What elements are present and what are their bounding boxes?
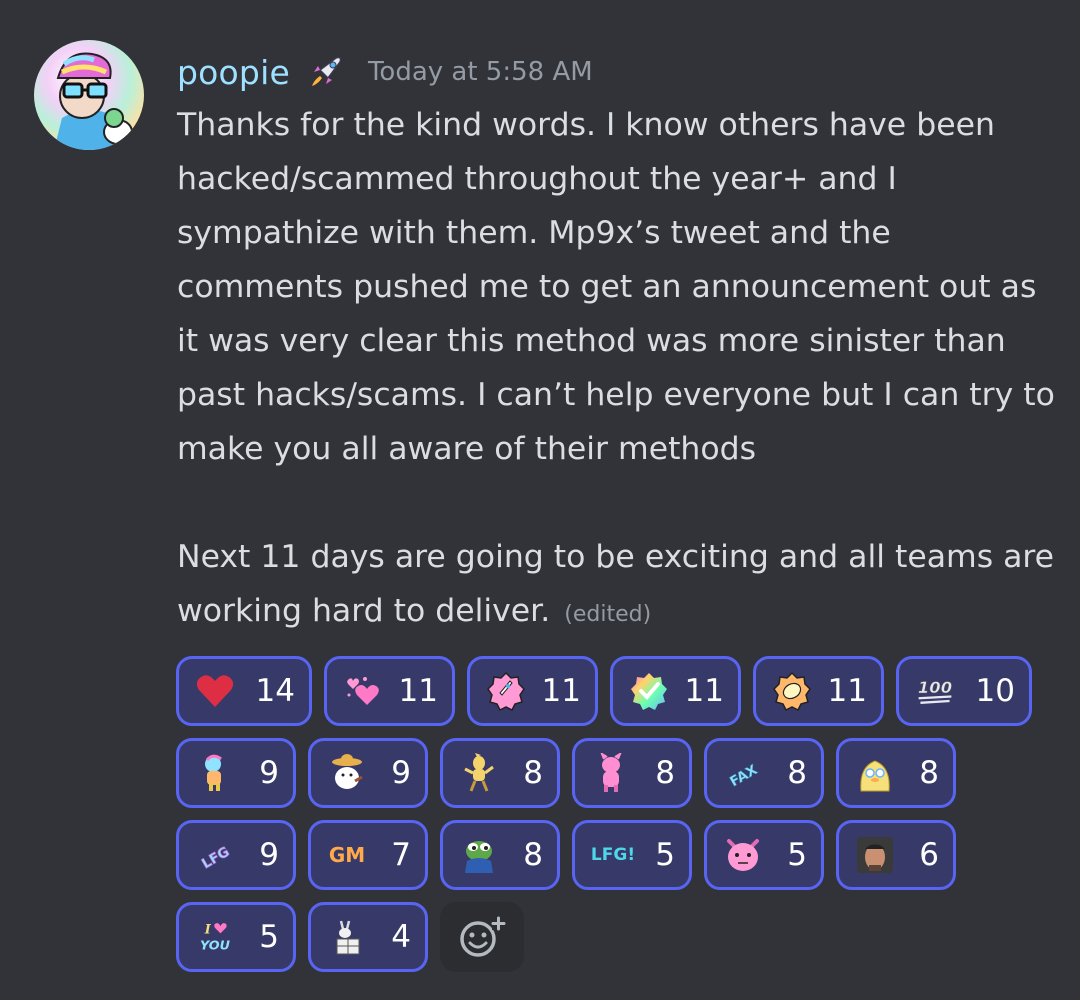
user-avatar[interactable]	[34, 40, 144, 150]
lfg-exclaim-text-icon: LFG!	[591, 835, 635, 875]
pepe-frog-icon	[459, 835, 499, 875]
reaction-count: 8	[523, 755, 543, 791]
rainbow-character-icon	[195, 753, 235, 793]
reaction-count: 10	[975, 673, 1015, 709]
rainbow-check-badge-icon	[629, 671, 669, 711]
reaction-count: 11	[684, 673, 724, 709]
reaction-count: 11	[541, 673, 581, 709]
reaction-count: 5	[787, 837, 807, 873]
rocket-role-icon	[306, 52, 346, 92]
lfg-text-icon: LFG	[195, 835, 235, 875]
reaction-count: 9	[259, 837, 279, 873]
reaction-count: 8	[787, 755, 807, 791]
reaction-red-heart[interactable]: 14	[176, 656, 312, 726]
gm-text: GM	[328, 843, 366, 867]
reaction-count: 5	[259, 919, 279, 955]
goat-box-icon	[327, 917, 367, 957]
reaction-lfg-exclaim[interactable]: LFG! 5	[572, 820, 692, 890]
reaction-count: 7	[391, 837, 411, 873]
reaction-pink-hearts[interactable]: 11	[324, 656, 455, 726]
reaction-count: 6	[919, 837, 939, 873]
reaction-count: 8	[919, 755, 939, 791]
message-timestamp[interactable]: Today at 5:58 AM	[368, 57, 593, 87]
reaction-sombrero-sheep[interactable]: 9	[308, 738, 428, 808]
message-header: poopie Today at 5:58 AM	[177, 46, 593, 98]
pink-hearts-icon	[343, 671, 383, 711]
reaction-goat-box[interactable]: 4	[308, 902, 428, 972]
reaction-rainbow-character[interactable]: 9	[176, 738, 296, 808]
message-content: Thanks for the kind words. I know others…	[177, 98, 1062, 642]
reaction-count: 11	[827, 673, 867, 709]
rocket-badge-icon	[486, 671, 526, 711]
fax-text: FAX	[727, 762, 760, 791]
reactions-bar: 14 11 11 11 11 100 10 9 9 8 8 FAX 8 8 LF…	[176, 656, 1056, 984]
reaction-count: 5	[655, 837, 675, 873]
avatar-image	[34, 40, 144, 150]
reaction-lemon-badge[interactable]: 11	[753, 656, 884, 726]
reaction-dancing-character[interactable]: 8	[440, 738, 560, 808]
pink-creature-icon	[591, 753, 631, 793]
i-love-you-bottom-text: YOU	[200, 938, 231, 953]
i-love-you-text-icon: I YOU	[195, 917, 235, 957]
reaction-hundred-points[interactable]: 100 10	[896, 656, 1032, 726]
hundred-text: 100	[918, 678, 952, 697]
yellow-duck-icon	[855, 753, 895, 793]
reaction-lfg[interactable]: LFG 9	[176, 820, 296, 890]
reaction-rainbow-check[interactable]: 11	[610, 656, 741, 726]
username[interactable]: poopie	[177, 53, 290, 92]
reaction-pink-face[interactable]: 5	[704, 820, 824, 890]
add-reaction-icon	[460, 916, 506, 957]
sombrero-sheep-icon	[327, 753, 367, 793]
reaction-fax[interactable]: FAX 8	[704, 738, 824, 808]
pink-face-icon	[723, 835, 763, 875]
reaction-pepe-frog[interactable]: 8	[440, 820, 560, 890]
reaction-count: 11	[398, 673, 438, 709]
red-heart-icon	[195, 671, 235, 711]
message-body: Thanks for the kind words. I know others…	[177, 107, 1055, 629]
reaction-man-face[interactable]: 6	[836, 820, 956, 890]
reaction-yellow-duck[interactable]: 8	[836, 738, 956, 808]
reaction-count: 8	[655, 755, 675, 791]
hundred-points-icon: 100	[915, 671, 955, 711]
reaction-rocket-badge[interactable]: 11	[467, 656, 598, 726]
reaction-pink-creature[interactable]: 8	[572, 738, 692, 808]
fax-text-icon: FAX	[723, 753, 763, 793]
reaction-i-love-you[interactable]: I YOU 5	[176, 902, 296, 972]
reaction-count: 4	[391, 919, 411, 955]
lfg-exclaim-text: LFG!	[590, 845, 636, 865]
reaction-gm[interactable]: GM 7	[308, 820, 428, 890]
man-face-icon	[855, 835, 895, 875]
reaction-count: 14	[255, 673, 295, 709]
i-love-you-top-text: I	[204, 921, 212, 936]
reaction-count: 8	[523, 837, 543, 873]
reaction-count: 9	[391, 755, 411, 791]
reaction-count: 9	[259, 755, 279, 791]
lfg-text: LFG	[199, 844, 232, 872]
edited-label[interactable]: (edited)	[564, 602, 651, 627]
add-reaction-button[interactable]	[440, 902, 524, 972]
gm-text-icon: GM	[327, 835, 367, 875]
dancing-character-icon	[459, 753, 499, 793]
lemon-badge-icon	[772, 671, 812, 711]
